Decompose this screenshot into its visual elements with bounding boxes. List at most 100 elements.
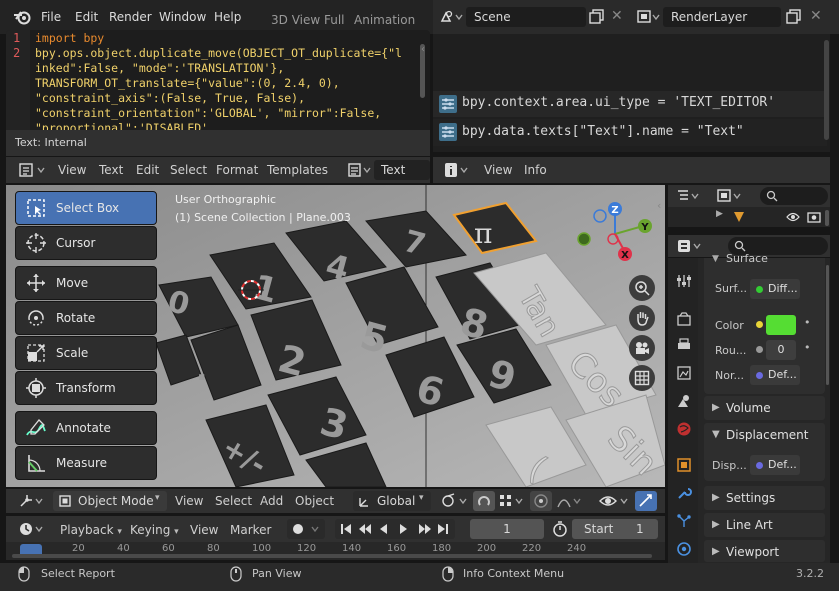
gizmo-neg-y[interactable] [577, 232, 591, 246]
navigation-gizmo[interactable]: Z Y X [575, 199, 655, 269]
proportional-edit-icon[interactable] [530, 491, 552, 511]
surface-subpanel-title[interactable]: Surface [726, 252, 768, 265]
world-properties-icon[interactable] [675, 420, 693, 438]
playback-controls[interactable] [335, 519, 455, 539]
timeline-menu-view[interactable]: View [190, 523, 218, 537]
object-properties-icon[interactable] [675, 456, 693, 474]
text-menu-text[interactable]: Text [99, 163, 123, 177]
zoom-icon[interactable] [629, 275, 655, 301]
outliner-scrollbar[interactable] [825, 210, 829, 226]
displacement-field[interactable]: Def... [750, 455, 800, 475]
tool-transform[interactable]: Transform [15, 371, 157, 405]
auto-keying-button[interactable] [287, 519, 325, 539]
output-properties-icon[interactable] [675, 336, 693, 354]
close-scene-icon[interactable]: ✕ [611, 8, 623, 24]
viewport-menu-add[interactable]: Add [260, 494, 283, 508]
properties-scrollbar[interactable] [826, 265, 829, 385]
editor-type-icon[interactable] [18, 492, 46, 510]
mode-dropdown[interactable]: Object Mode ▾ [53, 491, 167, 511]
scene-properties-icon[interactable] [675, 392, 693, 410]
menu-render[interactable]: Render [109, 0, 152, 34]
copy-scene-icon[interactable] [588, 8, 606, 26]
tool-cursor[interactable]: Cursor [15, 226, 157, 260]
displacement-panel-header[interactable]: ▼ Displacement [704, 423, 825, 447]
keyframe-dot-icon[interactable]: • [804, 341, 811, 354]
particles-icon[interactable] [675, 512, 693, 530]
normal-field[interactable]: Def... [750, 365, 800, 385]
viewport-menu-view[interactable]: View [175, 494, 203, 508]
pivot-point-icon[interactable] [440, 493, 470, 509]
menu-file[interactable]: File [41, 0, 61, 34]
text-editor-type-icon[interactable] [18, 162, 48, 178]
viewport-display-panel[interactable]: ▶ Viewport Display [704, 540, 825, 562]
volume-panel[interactable]: ▶ Volume [704, 396, 825, 420]
copy-render-layer-icon[interactable] [785, 8, 803, 26]
blender-logo-icon[interactable] [13, 9, 31, 25]
text-datablock-field[interactable]: Text [374, 160, 430, 180]
color-swatch[interactable] [766, 315, 796, 335]
grid-icon[interactable] [629, 365, 655, 391]
properties-type-icon[interactable] [676, 238, 706, 254]
start-frame-field[interactable]: Start 1 [572, 519, 658, 539]
snap-toggle-icon[interactable] [473, 491, 495, 511]
tool-scale[interactable]: Scale [15, 336, 157, 370]
viewport-menu-select[interactable]: Select [215, 494, 252, 508]
info-editor-type-icon[interactable] [443, 162, 471, 178]
current-frame-field[interactable]: 1 [470, 519, 544, 539]
render-properties-icon[interactable] [675, 310, 693, 328]
timeline-ruler[interactable]: 20 40 60 80 100 120 140 160 180 200 220 240 [6, 542, 665, 560]
timeline-type-icon[interactable] [18, 521, 46, 537]
orientation-dropdown[interactable]: Global ▾ [353, 491, 431, 511]
outliner-type-icon[interactable] [676, 188, 704, 204]
gizmo-neg-z[interactable] [593, 209, 607, 223]
sidebar-toggle-icon[interactable]: ‹ [657, 199, 661, 212]
info-menu-view[interactable]: View [484, 163, 512, 177]
text-menu-templates[interactable]: Templates [267, 163, 328, 177]
physics-icon[interactable] [675, 540, 693, 558]
modifier-wrench-icon[interactable] [675, 484, 693, 502]
timeline-menu-marker[interactable]: Marker [230, 523, 271, 537]
view-layer-icon[interactable] [675, 364, 693, 382]
playback-menu[interactable]: Playback ▾ [60, 523, 122, 537]
scene-icon[interactable] [440, 9, 464, 25]
text-editor-area[interactable]: 1 import bpy 2 bpy.ops.object.duplicate_mov… [6, 30, 430, 130]
line-art-panel[interactable]: ▶ Line Art [704, 513, 825, 537]
tool-select-box[interactable]: Select Box [15, 191, 157, 225]
tool-rotate[interactable]: Rotate [15, 301, 157, 335]
falloff-icon[interactable] [556, 493, 582, 509]
text-menu-view[interactable]: View [58, 163, 86, 177]
roughness-field[interactable]: 0 [766, 340, 796, 360]
render-camera-icon[interactable] [807, 211, 821, 223]
text-datablock-icon[interactable] [347, 162, 373, 178]
gizmo-toggle-icon[interactable] [635, 491, 657, 511]
pan-hand-icon[interactable] [629, 305, 655, 331]
menu-edit[interactable]: Edit [75, 0, 98, 34]
viewport-menu-object[interactable]: Object [295, 494, 334, 508]
camera-icon[interactable] [629, 335, 655, 361]
display-mode-icon[interactable] [716, 188, 744, 204]
surface-shader-field[interactable]: Diff... [750, 279, 800, 299]
render-layer-icon[interactable] [636, 9, 662, 25]
keying-menu[interactable]: Keying ▾ [130, 523, 179, 537]
outliner-row[interactable]: ▶ [668, 207, 830, 227]
settings-panel[interactable]: ▶ Settings [704, 486, 825, 510]
info-menu-info[interactable]: Info [524, 163, 547, 177]
scene-field[interactable]: Scene [466, 7, 586, 27]
tool-annotate[interactable]: Annotate [15, 411, 157, 445]
text-menu-format[interactable]: Format [216, 163, 258, 177]
tool-measure[interactable]: Measure [15, 446, 157, 480]
text-menu-edit[interactable]: Edit [136, 163, 159, 177]
menu-help[interactable]: Help [214, 0, 241, 34]
visibility-eye-icon[interactable] [598, 493, 630, 509]
stopwatch-icon[interactable] [552, 520, 568, 538]
text-menu-select[interactable]: Select [170, 163, 207, 177]
timeline-scrollbar[interactable] [12, 554, 652, 558]
render-layer-field[interactable]: RenderLayer [663, 7, 781, 27]
info-scrollbar[interactable] [824, 40, 829, 140]
eye-icon[interactable] [786, 211, 800, 223]
snap-target-icon[interactable] [498, 493, 526, 509]
menu-window[interactable]: Window [159, 0, 206, 34]
outliner-search[interactable] [760, 187, 828, 205]
close-render-layer-icon[interactable]: ✕ [810, 8, 822, 24]
tool-move[interactable]: Move [15, 266, 157, 300]
